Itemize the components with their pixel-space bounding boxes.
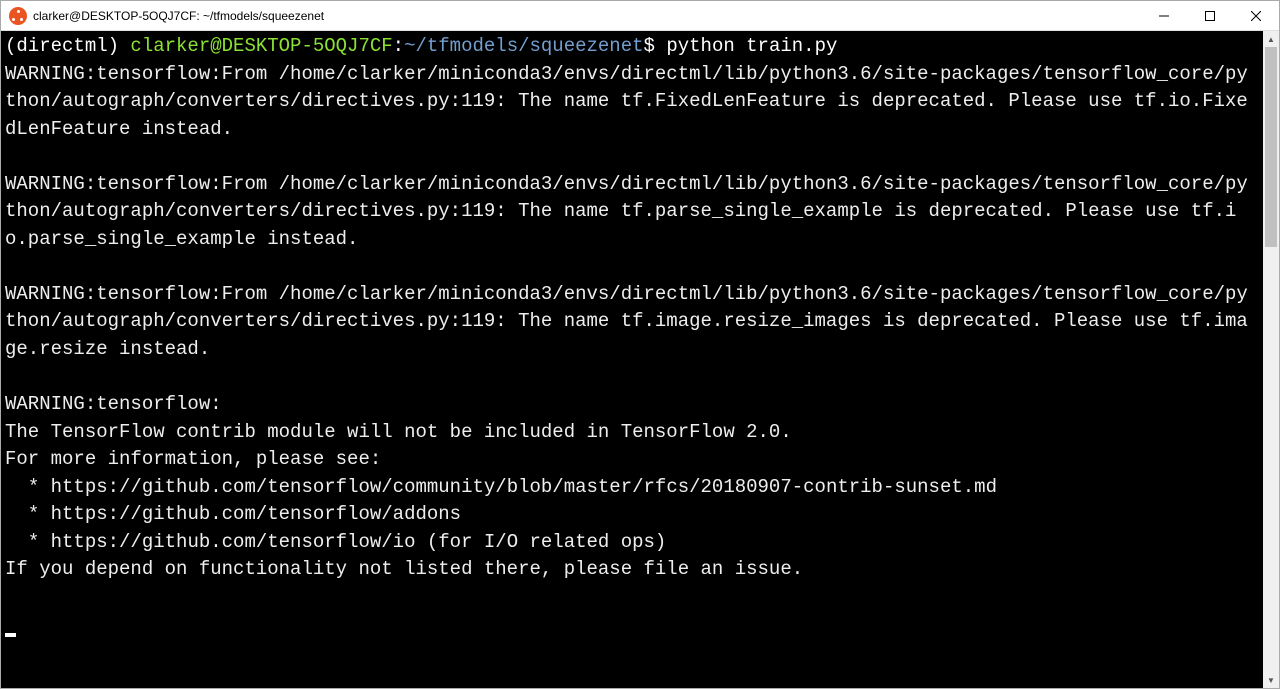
output-line: WARNING:tensorflow:From /home/clarker/mi… bbox=[5, 173, 1248, 250]
window-title: clarker@DESKTOP-5OQJ7CF: ~/tfmodels/sque… bbox=[33, 9, 1141, 23]
close-button[interactable] bbox=[1233, 1, 1279, 30]
output-line: * https://github.com/tensorflow/addons bbox=[5, 503, 461, 525]
minimize-button[interactable] bbox=[1141, 1, 1187, 30]
terminal-window: clarker@DESKTOP-5OQJ7CF: ~/tfmodels/sque… bbox=[0, 0, 1280, 689]
vertical-scrollbar[interactable]: ▲ ▼ bbox=[1263, 31, 1279, 688]
scrollbar-down-arrow[interactable]: ▼ bbox=[1263, 672, 1279, 688]
prompt-colon: : bbox=[393, 35, 404, 57]
window-controls bbox=[1141, 1, 1279, 30]
output-line: If you depend on functionality not liste… bbox=[5, 558, 803, 580]
output-line: WARNING:tensorflow:From /home/clarker/mi… bbox=[5, 63, 1248, 140]
prompt-dollar: $ bbox=[644, 35, 667, 57]
minimize-icon bbox=[1159, 11, 1169, 21]
ubuntu-icon bbox=[9, 7, 27, 25]
maximize-icon bbox=[1205, 11, 1215, 21]
output-line: * https://github.com/tensorflow/io (for … bbox=[5, 531, 666, 553]
maximize-button[interactable] bbox=[1187, 1, 1233, 30]
prompt-user-host: clarker@DESKTOP-5OQJ7CF bbox=[130, 35, 392, 57]
output-line: * https://github.com/tensorflow/communit… bbox=[5, 476, 997, 498]
terminal-cursor bbox=[5, 633, 16, 637]
prompt-command: python train.py bbox=[666, 35, 837, 57]
close-icon bbox=[1251, 11, 1261, 21]
output-line: The TensorFlow contrib module will not b… bbox=[5, 421, 792, 443]
scrollbar-up-arrow[interactable]: ▲ bbox=[1263, 31, 1279, 47]
terminal-output[interactable]: (directml) clarker@DESKTOP-5OQJ7CF:~/tfm… bbox=[1, 31, 1263, 688]
prompt-env: (directml) bbox=[5, 35, 130, 57]
output-line: WARNING:tensorflow: bbox=[5, 393, 222, 415]
titlebar[interactable]: clarker@DESKTOP-5OQJ7CF: ~/tfmodels/sque… bbox=[1, 1, 1279, 31]
terminal-wrapper: (directml) clarker@DESKTOP-5OQJ7CF:~/tfm… bbox=[1, 31, 1279, 688]
output-line: For more information, please see: bbox=[5, 448, 381, 470]
prompt-path: ~/tfmodels/squeezenet bbox=[404, 35, 643, 57]
output-line: WARNING:tensorflow:From /home/clarker/mi… bbox=[5, 283, 1248, 360]
scrollbar-thumb[interactable] bbox=[1265, 47, 1277, 247]
